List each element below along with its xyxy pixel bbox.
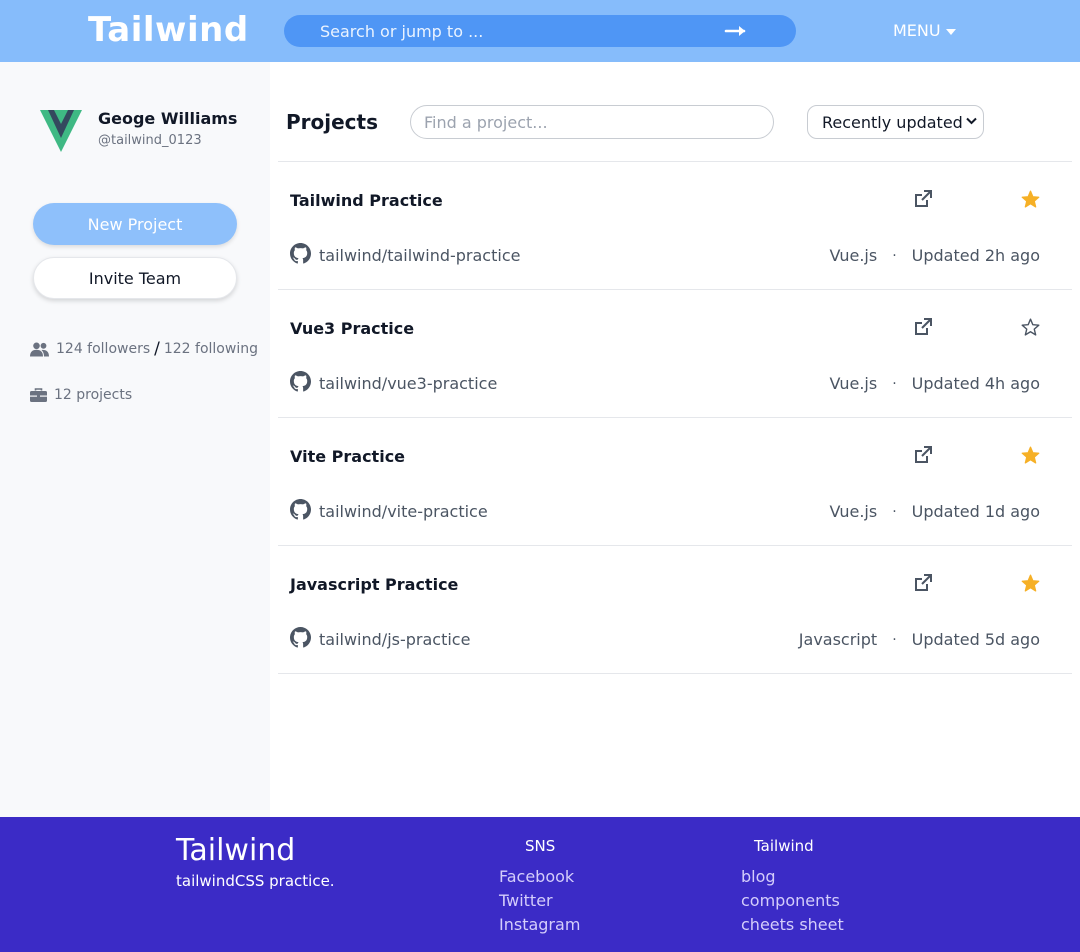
project-language: Vue.js: [829, 246, 878, 265]
star-icon[interactable]: [1021, 446, 1040, 464]
project-updated: Updated 1d ago: [911, 502, 1040, 521]
star-icon[interactable]: [1021, 574, 1040, 592]
github-icon: [290, 243, 311, 264]
footer-sns-title: SNS: [525, 837, 556, 855]
footer-sns-links: Facebook Twitter Instagram: [499, 867, 580, 939]
footer-link-twitter[interactable]: Twitter: [499, 891, 580, 915]
user-handle[interactable]: @tailwind_0123: [98, 133, 202, 148]
sort-select-value: Recently updated: [822, 112, 963, 132]
footer-brand[interactable]: Tailwind: [176, 833, 295, 868]
avatar: [40, 110, 82, 152]
project-language: Vue.js: [829, 502, 878, 521]
github-icon: [290, 627, 311, 648]
caret-down-icon: [945, 29, 956, 35]
project-language: Javascript: [798, 630, 878, 649]
project-title[interactable]: Vite Practice: [290, 447, 405, 466]
menu-label: MENU: [893, 21, 941, 40]
menu-dropdown[interactable]: MENU: [893, 21, 956, 40]
page-title: Projects: [286, 110, 379, 134]
footer-link-facebook[interactable]: Facebook: [499, 867, 580, 891]
brand-logo[interactable]: Tailwind: [88, 10, 249, 50]
meta-separator: ·: [892, 375, 897, 392]
top-navbar: Tailwind MENU: [0, 0, 1080, 62]
follow-separator: /: [154, 339, 160, 359]
project-list: Tailwind Practice tailwind/tailwind-prac…: [278, 161, 1072, 674]
project-meta: Vue.js · Updated 4h ago: [829, 374, 1040, 393]
project-updated: Updated 4h ago: [911, 374, 1040, 393]
footer-link-blog[interactable]: blog: [741, 867, 844, 891]
project-title[interactable]: Tailwind Practice: [290, 191, 443, 210]
repo-link[interactable]: tailwind/js-practice: [319, 630, 470, 649]
site-footer: Tailwind tailwindCSS practice. SNS Faceb…: [0, 817, 1080, 952]
project-language: Vue.js: [829, 374, 878, 393]
project-title[interactable]: Javascript Practice: [290, 575, 458, 594]
footer-link-cheatsheet[interactable]: cheets sheet: [741, 915, 844, 939]
sort-select[interactable]: Recently updated: [807, 105, 984, 139]
external-link-icon[interactable]: [914, 318, 932, 336]
github-icon: [290, 499, 311, 520]
footer-tailwind-links: blog components cheets sheet: [741, 867, 844, 939]
global-search-input[interactable]: [284, 15, 724, 47]
project-row: Vue3 Practice tailwind/vue3-practice Vue…: [278, 290, 1072, 418]
repo-link[interactable]: tailwind/vue3-practice: [319, 374, 497, 393]
footer-link-components[interactable]: components: [741, 891, 844, 915]
footer-tailwind-title: Tailwind: [754, 837, 814, 855]
project-row: Tailwind Practice tailwind/tailwind-prac…: [278, 162, 1072, 290]
repo-link[interactable]: tailwind/vite-practice: [319, 502, 488, 521]
github-icon: [290, 371, 311, 392]
project-updated: Updated 2h ago: [911, 246, 1040, 265]
chevron-down-icon: [966, 117, 977, 125]
repo-link[interactable]: tailwind/tailwind-practice: [319, 246, 520, 265]
invite-team-button[interactable]: Invite Team: [33, 257, 237, 299]
project-count: 12 projects: [30, 387, 132, 403]
profile-sidebar: Geoge Williams @tailwind_0123 New Projec…: [0, 62, 270, 817]
search-submit-icon[interactable]: [714, 19, 756, 43]
project-title[interactable]: Vue3 Practice: [290, 319, 414, 338]
star-outline-icon[interactable]: [1021, 318, 1040, 336]
project-meta: Vue.js · Updated 1d ago: [829, 502, 1040, 521]
user-name: Geoge Williams: [98, 109, 238, 128]
meta-separator: ·: [892, 631, 897, 648]
followers-link[interactable]: 124 followers: [56, 341, 150, 357]
project-meta: Javascript · Updated 5d ago: [799, 630, 1040, 649]
global-search: [284, 15, 796, 47]
star-icon[interactable]: [1021, 190, 1040, 208]
new-project-button[interactable]: New Project: [33, 203, 237, 245]
footer-tagline: tailwindCSS practice.: [176, 872, 335, 890]
users-icon: [30, 342, 49, 356]
external-link-icon[interactable]: [914, 190, 932, 208]
meta-separator: ·: [892, 247, 897, 264]
following-link[interactable]: 122 following: [164, 341, 258, 357]
meta-separator: ·: [892, 503, 897, 520]
briefcase-icon: [30, 388, 47, 402]
follow-stats: 124 followers / 122 following: [30, 339, 258, 359]
external-link-icon[interactable]: [914, 446, 932, 464]
project-meta: Vue.js · Updated 2h ago: [829, 246, 1040, 265]
footer-link-instagram[interactable]: Instagram: [499, 915, 580, 939]
external-link-icon[interactable]: [914, 574, 932, 592]
project-row: Vite Practice tailwind/vite-practice Vue…: [278, 418, 1072, 546]
project-search-input[interactable]: [410, 105, 774, 139]
projects-count-link[interactable]: 12 projects: [54, 387, 132, 403]
project-row: Javascript Practice tailwind/js-practice…: [278, 546, 1072, 674]
project-updated: Updated 5d ago: [911, 630, 1040, 649]
